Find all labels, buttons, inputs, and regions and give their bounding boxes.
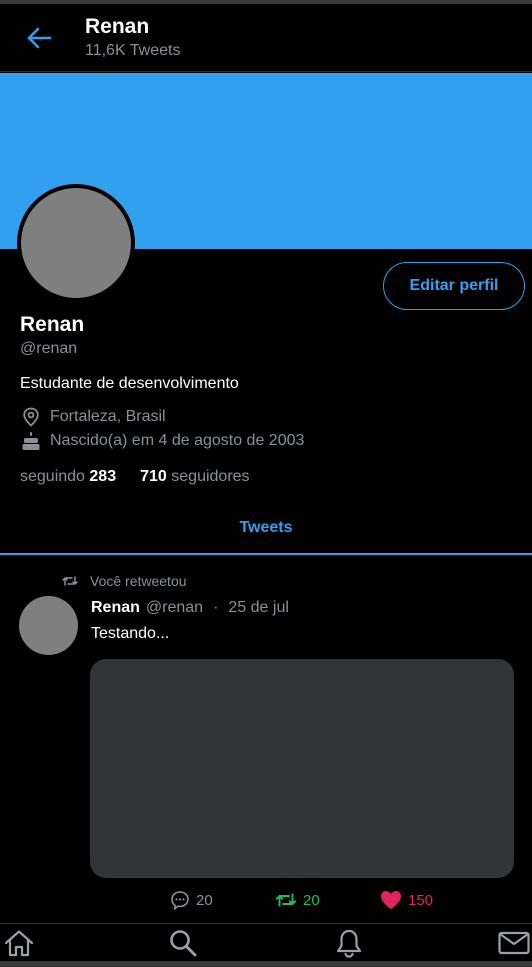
profile-avatar[interactable] — [17, 184, 135, 302]
followers-link[interactable]: 710 seguidores — [140, 468, 249, 486]
location-pin-icon — [20, 406, 42, 428]
profile-handle: @renan — [20, 340, 78, 357]
following-link[interactable]: seguindo 283 — [20, 468, 116, 486]
retweet-notice-text: Você retweetou — [90, 573, 187, 589]
tweet-author-name[interactable]: Renan — [91, 599, 140, 617]
comment-icon — [170, 890, 190, 910]
profile-location: Fortaleza, Brasil — [20, 406, 166, 428]
nav-messages[interactable] — [498, 928, 530, 958]
nav-notifications[interactable] — [333, 928, 365, 958]
reply-count: 20 — [196, 891, 213, 909]
system-strip — [0, 961, 532, 967]
profile-bio: Estudante de desenvolvimento — [20, 375, 239, 392]
following-label: seguindo — [20, 468, 85, 485]
profile-header: Renan 11,6K Tweets — [0, 4, 532, 72]
profile-name: Renan — [20, 313, 85, 336]
tweet-text: Testando... — [91, 625, 170, 642]
profile-birthdate: Nascido(a) em 4 de agosto de 2003 — [20, 430, 304, 452]
header-tweet-count: 11,6K Tweets — [85, 42, 181, 59]
retweet-count: 20 — [303, 891, 320, 909]
birthday-cake-icon — [20, 430, 42, 452]
tab-tweets[interactable]: Tweets — [0, 503, 532, 553]
followers-label: seguidores — [171, 468, 250, 485]
mail-icon — [498, 931, 530, 955]
arrow-left-icon — [27, 27, 52, 49]
heart-icon — [380, 890, 402, 910]
nav-search[interactable] — [167, 928, 199, 958]
like-button[interactable]: 150 — [380, 890, 433, 910]
retweet-button[interactable]: 20 — [275, 892, 380, 909]
follow-stats: seguindo 283 710 seguidores — [20, 468, 274, 486]
tweet-actions: 20 20 150 — [170, 890, 433, 910]
tweet-avatar[interactable] — [19, 596, 78, 655]
bell-icon — [336, 929, 362, 958]
retweet-icon — [275, 892, 297, 908]
profile-location-text: Fortaleza, Brasil — [50, 408, 166, 425]
retweet-small-icon — [62, 575, 78, 587]
edit-profile-button[interactable]: Editar perfil — [383, 262, 525, 310]
search-icon — [170, 930, 197, 957]
nav-home[interactable] — [3, 928, 35, 958]
bottom-navigation — [0, 923, 532, 961]
tweet-media[interactable] — [90, 659, 514, 878]
tweet-date[interactable]: 25 de jul — [228, 599, 289, 617]
back-button[interactable] — [18, 20, 60, 56]
profile-birthdate-text: Nascido(a) em 4 de agosto de 2003 — [50, 432, 305, 449]
following-count: 283 — [89, 468, 117, 485]
tweet-author-handle: @renan — [145, 599, 204, 616]
tab-underline — [0, 553, 532, 555]
tweet-separator: · — [213, 599, 219, 616]
header-title: Renan — [85, 15, 150, 38]
tweet-header: Renan @renan · 25 de jul — [91, 599, 289, 617]
retweet-notice: Você retweetou — [62, 573, 187, 589]
like-count: 150 — [408, 891, 434, 909]
followers-count: 710 — [140, 468, 167, 485]
home-icon — [4, 930, 34, 957]
reply-button[interactable]: 20 — [170, 890, 275, 910]
